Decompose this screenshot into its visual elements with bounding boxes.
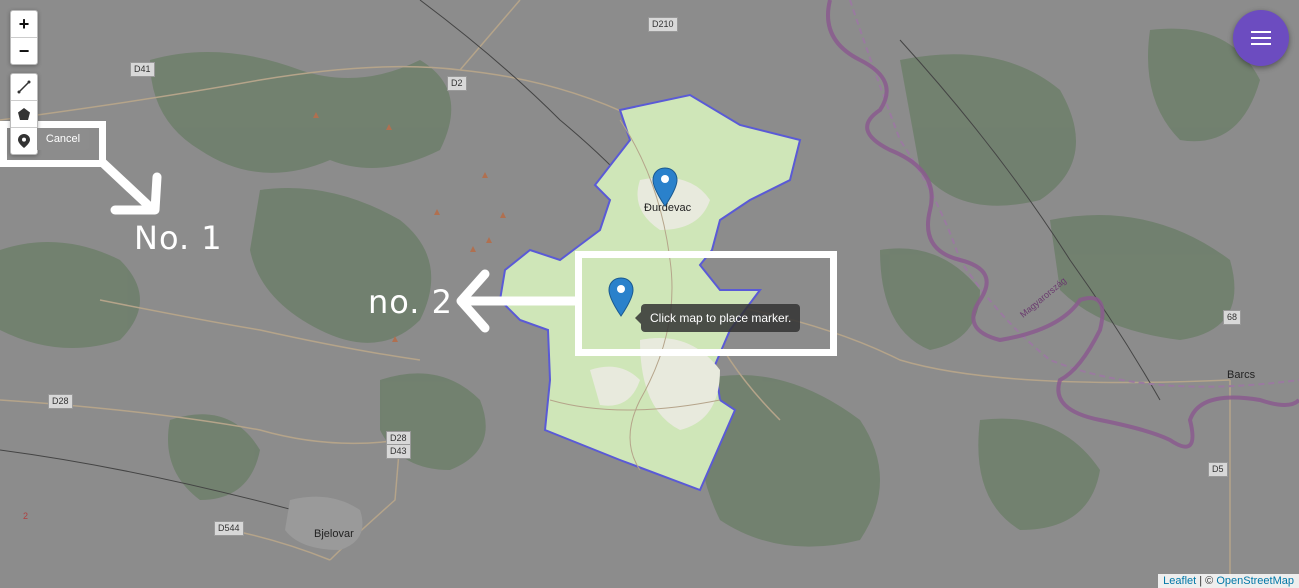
hamburger-icon <box>1251 31 1271 45</box>
road-shield-d2: D2 <box>447 76 467 91</box>
place-label-barcs: Barcs <box>1227 369 1256 381</box>
annotation-label-2: no. 2 <box>368 283 453 321</box>
draw-polygon-button[interactable] <box>11 100 37 127</box>
leaflet-link[interactable]: Leaflet <box>1163 575 1196 587</box>
map-attribution: Leaflet | © OpenStreetMap <box>1158 574 1299 588</box>
attribution-separator: | © <box>1196 575 1217 587</box>
annotation-box-2 <box>575 251 837 356</box>
road-shield-d41: D41 <box>130 62 155 77</box>
cancel-button[interactable]: Cancel <box>37 128 89 150</box>
marker-icon <box>18 134 30 148</box>
openstreetmap-link[interactable]: OpenStreetMap <box>1216 575 1294 587</box>
zoom-out-button[interactable]: − <box>11 37 37 64</box>
map-marker-durdevac[interactable] <box>652 167 678 207</box>
polyline-icon <box>17 80 31 94</box>
road-shield-d28-west: D28 <box>48 394 73 409</box>
road-shield-68: 68 <box>1223 310 1242 325</box>
draw-polyline-button[interactable] <box>11 74 37 100</box>
zoom-control: + − <box>10 10 38 65</box>
menu-button[interactable] <box>1233 10 1289 66</box>
zoom-in-button[interactable]: + <box>11 11 37 37</box>
map-canvas[interactable]: Đurđevac Bjelovar Barcs Magyarország D21… <box>0 0 1299 588</box>
road-shield-d43: D43 <box>386 444 411 459</box>
road-shield-d544: D544 <box>214 521 244 536</box>
draw-toolbar <box>10 73 38 155</box>
road-shield-d210: D210 <box>648 17 678 32</box>
annotation-arrow-1-icon <box>98 158 162 215</box>
draw-marker-button[interactable] <box>11 127 37 154</box>
annotation-arrow-2-icon <box>456 269 580 333</box>
polygon-icon <box>18 108 30 120</box>
road-shield-d5: D5 <box>1208 462 1228 477</box>
road-number-2: 2 <box>23 511 29 521</box>
annotation-label-1: No. 1 <box>134 219 223 257</box>
place-label-bjelovar: Bjelovar <box>314 528 354 540</box>
